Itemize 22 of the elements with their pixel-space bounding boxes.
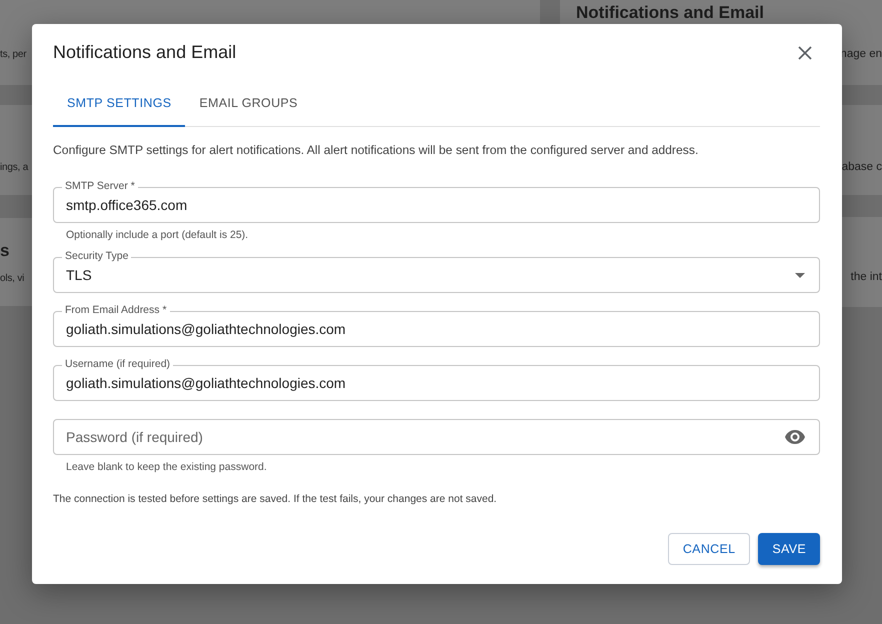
card-text: the int <box>850 271 882 283</box>
close-icon[interactable] <box>798 46 812 60</box>
password-field[interactable]: Password (if required) <box>53 419 820 455</box>
eye-icon[interactable] <box>784 429 806 445</box>
cancel-button[interactable]: CANCEL <box>668 533 750 565</box>
caret-icon <box>795 272 805 278</box>
dialog-title: Notifications and Email <box>53 42 236 63</box>
card-title: s <box>0 241 10 261</box>
field-label: Security Type <box>62 250 132 263</box>
tab[interactable]: SMTP SETTINGS <box>53 81 186 127</box>
card-title: Notifications and Email <box>575 3 764 23</box>
helper-text: Leave blank to keep the existing password. <box>66 461 268 473</box>
card-text: ings, a <box>0 162 28 173</box>
save-button[interactable]: SAVE <box>758 533 820 565</box>
field-label: Username (if required) <box>62 358 174 371</box>
card-text: ts, per <box>0 49 26 60</box>
intro-text: Configure SMTP settings for alert notifications. All alert notifications will be sent from the configured server and address. <box>53 143 700 157</box>
tab[interactable]: EMAIL GROUPS <box>185 81 312 127</box>
helper-text: Optionally include a port (default is 25). <box>66 229 250 241</box>
card-text: abase c <box>842 161 882 173</box>
note-text: The connection is tested before settings are saved. If the test fails, your changes are not saved. <box>53 493 498 505</box>
card-text: ols, vi <box>0 273 24 284</box>
